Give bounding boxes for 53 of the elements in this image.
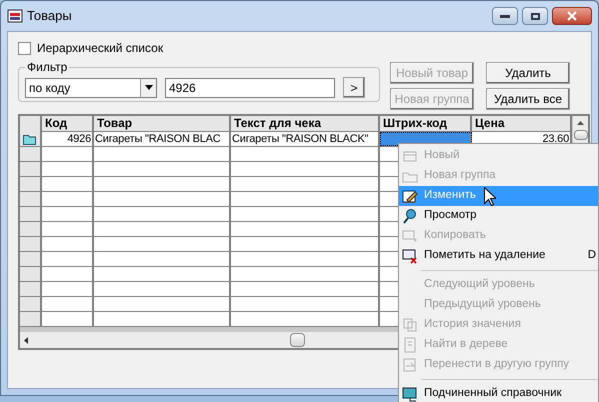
menu-item-icon <box>402 357 418 373</box>
row-header[interactable] <box>20 132 42 146</box>
filter-value-field[interactable]: 4926 <box>165 78 335 98</box>
column-header[interactable]: Текст для чека <box>231 116 380 132</box>
table-cell: 4926 <box>42 132 94 146</box>
row-header[interactable] <box>20 162 42 176</box>
row-header[interactable] <box>20 297 42 311</box>
row-header[interactable] <box>20 207 42 221</box>
menu-item[interactable]: Просмотр <box>399 206 598 226</box>
row-header[interactable] <box>20 267 42 281</box>
column-header[interactable]: Цена <box>472 116 572 132</box>
table-cell: Сигареты "RAISON BLAC <box>94 132 231 146</box>
menu-item-icon <box>402 386 418 402</box>
menu-shortcut: D <box>588 248 597 264</box>
scroll-left-icon[interactable] <box>24 336 28 344</box>
close-button[interactable] <box>552 7 592 25</box>
scrollbar-thumb[interactable] <box>290 333 305 347</box>
row-header[interactable] <box>20 222 42 236</box>
menu-item-icon <box>402 228 418 244</box>
table-cell: Сигареты "RAISON BLACK" <box>231 132 380 146</box>
menu-item-icon <box>402 208 418 224</box>
menu-item-icon <box>402 337 418 353</box>
row-header[interactable] <box>20 177 42 191</box>
row-header[interactable] <box>20 192 42 206</box>
app-icon <box>7 8 23 24</box>
row-header[interactable] <box>20 237 42 251</box>
column-header[interactable]: Товар <box>94 116 231 132</box>
row-header[interactable] <box>20 252 42 266</box>
menu-item[interactable]: Подчиненный справочник <box>399 384 598 402</box>
window-title: Товары <box>27 7 73 26</box>
maximize-button[interactable] <box>522 7 548 25</box>
filter-legend: Фильтр <box>25 58 70 76</box>
mouse-cursor-icon <box>484 187 496 206</box>
row-header[interactable] <box>20 147 42 161</box>
menu-item-icon <box>402 188 418 204</box>
checkbox-label: Иерархический список <box>37 40 164 57</box>
column-header[interactable]: Штрих-код <box>380 116 472 132</box>
command-button[interactable]: Удалить все <box>486 88 570 110</box>
apply-filter-button[interactable]: > <box>343 77 365 98</box>
dropdown-arrow-icon <box>144 85 152 90</box>
close-icon <box>567 11 577 21</box>
row-header[interactable] <box>20 282 42 296</box>
menu-item[interactable]: Пометить на удаление D <box>399 246 598 266</box>
command-button[interactable]: Удалить <box>486 62 570 84</box>
column-header[interactable]: Код <box>42 116 94 132</box>
menu-item-icon <box>402 248 418 264</box>
menu-item-icon <box>402 317 418 333</box>
row-header[interactable] <box>20 312 42 326</box>
checkbox[interactable] <box>18 42 31 54</box>
scrollbar-thumb[interactable] <box>574 130 588 140</box>
minimize-button[interactable] <box>492 7 518 25</box>
scroll-up-icon[interactable] <box>577 121 584 125</box>
filter-mode-dropdown[interactable]: по коду <box>25 78 157 98</box>
